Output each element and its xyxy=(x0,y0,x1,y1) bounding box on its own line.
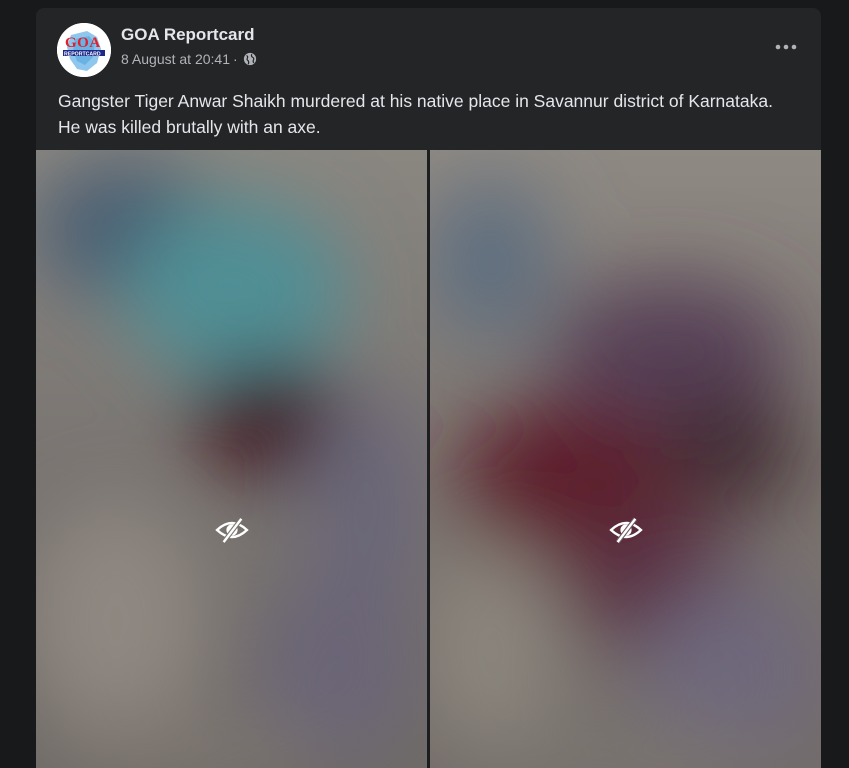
post-media xyxy=(36,150,821,768)
more-options-icon[interactable] xyxy=(773,36,799,58)
blurred-image-1 xyxy=(36,150,427,768)
post-meta: 8 August at 20:41 · xyxy=(121,51,257,67)
sensitive-photo-2[interactable] xyxy=(430,150,821,768)
avatar[interactable]: GOA REPORTCARD xyxy=(57,23,111,77)
logo-text-reportcard: REPORTCARD xyxy=(64,51,101,57)
post-header: GOA REPORTCARD GOA Reportcard 8 August a… xyxy=(36,8,821,84)
post-caption: Gangster Tiger Anwar Shaikh murdered at … xyxy=(58,91,773,137)
globe-icon[interactable] xyxy=(243,52,257,66)
meta-separator: · xyxy=(232,51,238,67)
post-card: GOA REPORTCARD GOA Reportcard 8 August a… xyxy=(36,8,821,768)
author-name[interactable]: GOA Reportcard xyxy=(121,25,255,45)
goa-reportcard-logo: GOA REPORTCARD xyxy=(57,23,111,77)
logo-text-goa: GOA xyxy=(65,35,101,51)
eye-slash-icon xyxy=(608,517,643,544)
post-timestamp[interactable]: 8 August at 20:41 xyxy=(121,51,230,67)
sensitive-photo-1[interactable] xyxy=(36,150,427,768)
blurred-image-2 xyxy=(430,150,821,768)
eye-slash-icon xyxy=(214,517,249,544)
